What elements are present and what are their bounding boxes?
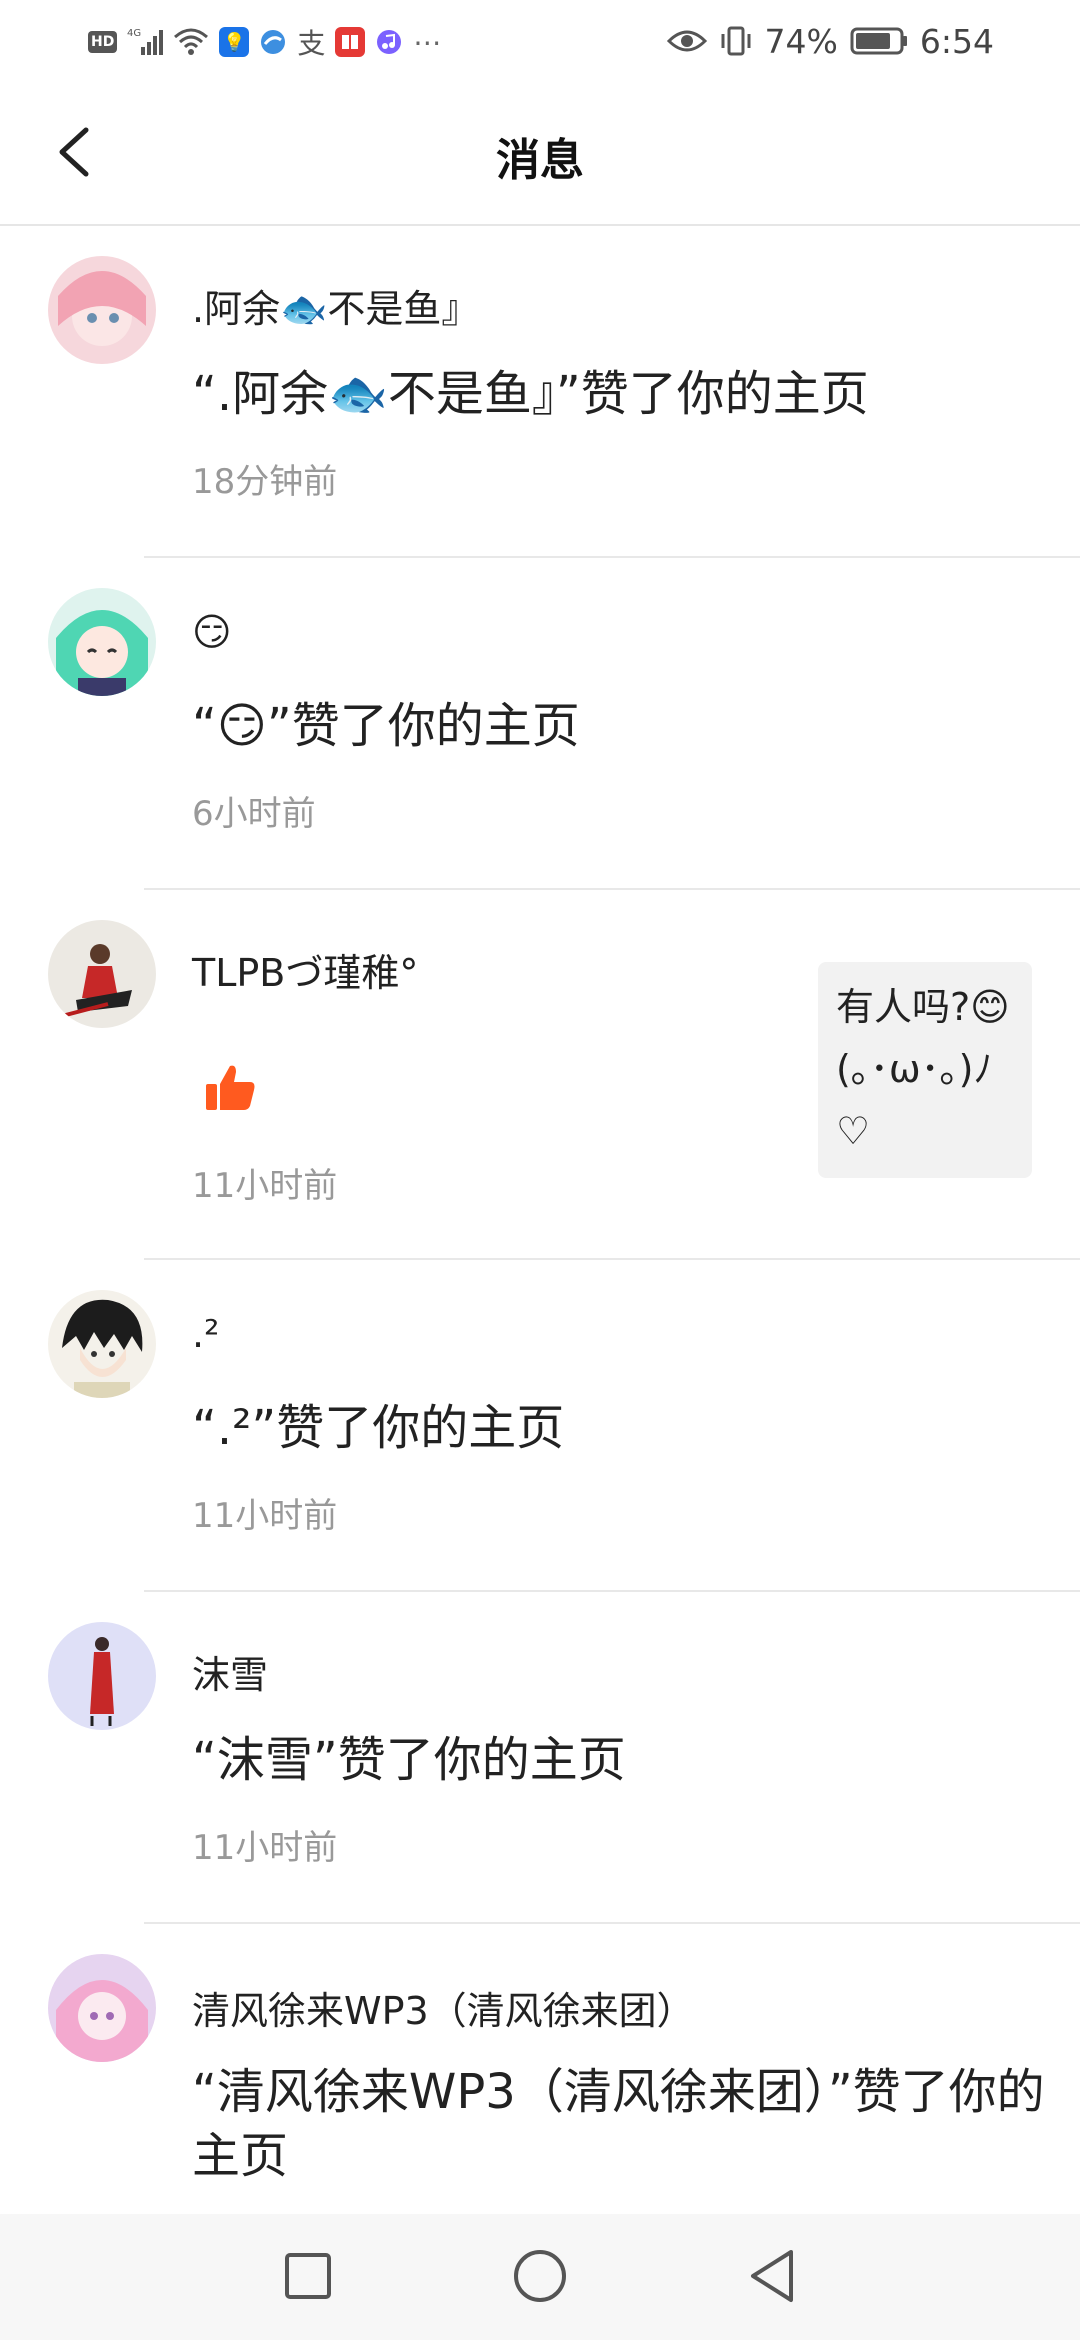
list-item[interactable]: .² “.²”赞了你的主页 11小时前 xyxy=(0,1260,1080,1592)
avatar[interactable] xyxy=(48,1622,156,1730)
avatar[interactable] xyxy=(48,256,156,364)
avatar[interactable] xyxy=(48,1290,156,1398)
app-header: 消息 xyxy=(0,82,1080,226)
sender-name[interactable]: 清风徐来WP3（清风徐来团） xyxy=(192,1980,695,2035)
home-button[interactable] xyxy=(508,2244,572,2308)
list-item[interactable]: TLPBづ瑾稚° 有人吗?😊(｡･ω･｡)ﾉ♡ 11小时前 xyxy=(0,890,1080,1260)
circle-icon xyxy=(514,2250,566,2302)
page-title: 消息 xyxy=(496,135,584,186)
book-icon xyxy=(335,27,366,57)
list-item[interactable]: .阿余🐟不是鱼』 “.阿余🐟不是鱼』”赞了你的主页 18分钟前 xyxy=(0,226,1080,558)
message-text: “沫雪”赞了你的主页 xyxy=(192,1732,626,1788)
message-text: “清风徐来WP3（清风徐来团）”赞了你的主页 xyxy=(192,2064,1045,2184)
timestamp: 18分钟前 xyxy=(192,462,338,502)
list-item[interactable]: 沫雪 “沫雪”赞了你的主页 11小时前 xyxy=(0,1592,1080,1924)
battery-icon xyxy=(850,26,908,56)
more-status-icon: ⋯ xyxy=(413,25,443,59)
message-text: “.²”赞了你的主页 xyxy=(192,1400,565,1456)
back-nav-button[interactable] xyxy=(740,2244,804,2308)
sender-name[interactable]: 沫雪 xyxy=(192,1644,268,1699)
avatar[interactable] xyxy=(48,588,156,696)
status-bar: HD 4G 💡 支 ⋯ 74% 6:54 xyxy=(0,0,1080,82)
list-item[interactable]: 😏 “😏”赞了你的主页 6小时前 xyxy=(0,558,1080,890)
signal-icon: 4G xyxy=(127,27,164,57)
wifi-icon xyxy=(173,27,209,57)
message-text: “.阿余🐟不是鱼』”赞了你的主页 xyxy=(192,366,869,422)
app-icon xyxy=(259,28,287,56)
sender-name[interactable]: .² xyxy=(192,1312,219,1356)
battery-percent: 74% xyxy=(764,21,838,61)
thumbs-up-icon xyxy=(202,1060,258,1116)
timestamp: 11小时前 xyxy=(192,1828,338,1868)
triangle-left-icon xyxy=(751,2250,793,2302)
music-icon xyxy=(375,28,403,56)
clock: 6:54 xyxy=(919,21,994,61)
square-icon xyxy=(285,2253,331,2299)
sender-name[interactable]: 😏 xyxy=(192,610,232,654)
system-nav-bar xyxy=(0,2214,1080,2340)
quoted-post[interactable]: 有人吗?😊(｡･ω･｡)ﾉ♡ xyxy=(818,962,1032,1178)
sender-name[interactable]: .阿余🐟不是鱼』 xyxy=(192,278,479,333)
avatar[interactable] xyxy=(48,1954,156,2062)
list-item[interactable]: 清风徐来WP3（清风徐来团） “清风徐来WP3（清风徐来团）”赞了你的主页 xyxy=(0,1924,1080,2256)
recents-button[interactable] xyxy=(276,2244,340,2308)
status-bar-right: 74% 6:54 xyxy=(666,18,994,64)
status-bar-left: HD 4G 💡 支 ⋯ xyxy=(88,22,442,62)
message-text: “😏”赞了你的主页 xyxy=(192,698,580,754)
network-type: 4G xyxy=(127,28,141,39)
alipay-icon: 支 xyxy=(297,27,326,60)
eye-icon xyxy=(666,27,707,55)
timestamp: 6小时前 xyxy=(192,794,316,834)
avatar[interactable] xyxy=(48,920,156,1028)
sender-name[interactable]: TLPBづ瑾稚° xyxy=(192,942,418,997)
message-list: .阿余🐟不是鱼』 “.阿余🐟不是鱼』”赞了你的主页 18分钟前 😏 “😏”赞了你… xyxy=(0,226,1080,2256)
timestamp: 11小时前 xyxy=(192,1166,338,1206)
bulb-icon: 💡 xyxy=(219,27,250,57)
vibrate-icon xyxy=(719,24,753,58)
timestamp: 11小时前 xyxy=(192,1496,338,1536)
hd-badge: HD xyxy=(88,31,118,53)
